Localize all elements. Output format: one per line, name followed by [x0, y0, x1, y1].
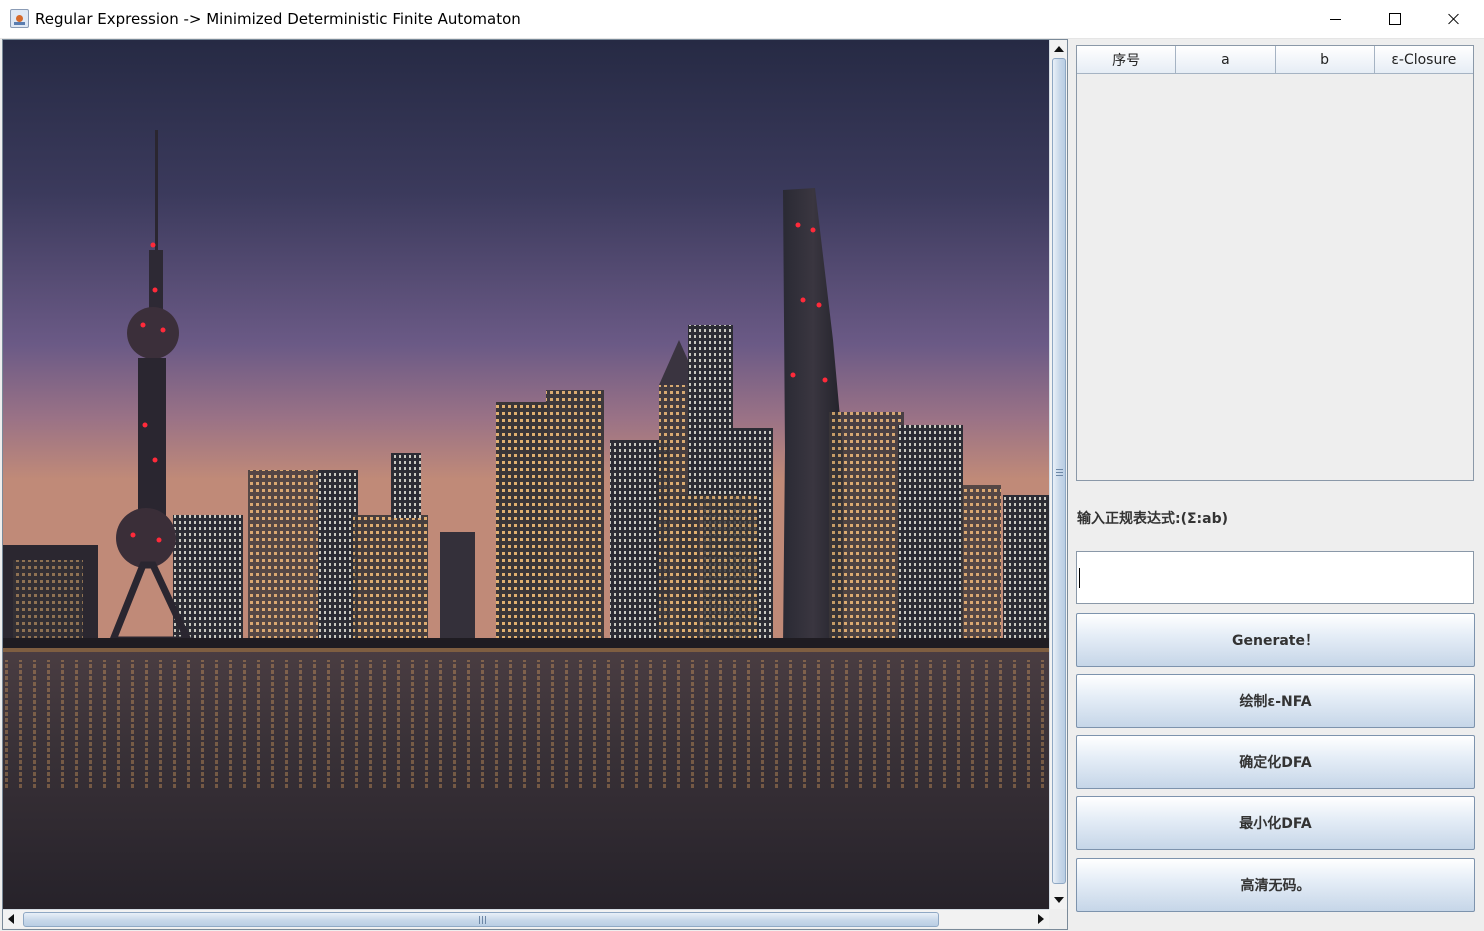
maximize-button[interactable]: [1365, 0, 1423, 39]
minimize-button[interactable]: [1306, 0, 1364, 39]
generate-button[interactable]: Generate！: [1076, 613, 1475, 667]
draw-nfa-button[interactable]: 绘制ε-NFA: [1076, 674, 1475, 728]
window-title: Regular Expression -> Minimized Determin…: [35, 10, 521, 28]
determinize-dfa-button[interactable]: 确定化DFA: [1076, 735, 1475, 789]
column-header-index[interactable]: 序号: [1077, 46, 1177, 74]
minimize-dfa-button[interactable]: 最小化DFA: [1076, 796, 1475, 850]
scroll-left-arrow-icon[interactable]: [4, 911, 20, 927]
skyline-image: [3, 40, 1049, 909]
java-app-icon: [10, 9, 29, 28]
vertical-scroll-thumb[interactable]: [1052, 58, 1066, 884]
column-header-a[interactable]: a: [1176, 46, 1276, 74]
scroll-up-arrow-icon[interactable]: [1051, 41, 1067, 57]
scroll-corner: [1049, 909, 1067, 928]
title-bar: Regular Expression -> Minimized Determin…: [0, 0, 1484, 39]
close-button[interactable]: [1424, 0, 1482, 39]
column-header-epsilon-closure[interactable]: ε-Closure: [1374, 46, 1473, 74]
table-header: 序号 a b ε-Closure: [1077, 46, 1473, 74]
column-header-b[interactable]: b: [1275, 46, 1375, 74]
vertical-scrollbar[interactable]: [1049, 40, 1067, 909]
text-caret: [1079, 568, 1080, 588]
image-viewport: [3, 40, 1049, 909]
horizontal-scrollbar[interactable]: [3, 909, 1049, 928]
scroll-down-arrow-icon[interactable]: [1051, 892, 1067, 908]
regex-label: 输入正规表达式:(Σ:ab): [1077, 511, 1229, 527]
regex-input[interactable]: [1076, 551, 1474, 604]
scroll-right-arrow-icon[interactable]: [1032, 911, 1048, 927]
hd-button[interactable]: 高清无码。: [1076, 858, 1475, 912]
horizontal-scroll-thumb[interactable]: [23, 912, 939, 927]
image-scroll-pane[interactable]: [2, 39, 1068, 930]
transition-table[interactable]: 序号 a b ε-Closure: [1076, 45, 1474, 481]
